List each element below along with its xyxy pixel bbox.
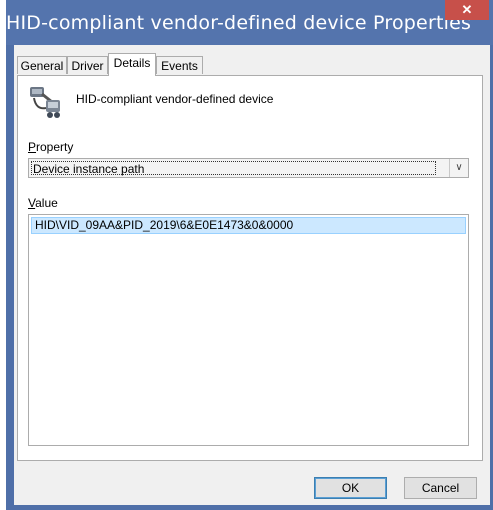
property-label: Property (28, 140, 74, 154)
properties-window: HID-compliant vendor-defined device Prop… (6, 0, 493, 510)
tab-general[interactable]: General (17, 56, 67, 74)
window-title: HID-compliant vendor-defined device Prop… (6, 12, 472, 34)
ok-button[interactable]: OK (314, 477, 387, 499)
cancel-button[interactable]: Cancel (404, 477, 477, 499)
tab-events[interactable]: Events (156, 56, 203, 74)
details-panel: HID-compliant vendor-defined device Prop… (17, 75, 483, 461)
value-listbox[interactable]: HID\VID_09AA&PID_2019\6&E0E1473&0&0000 (28, 214, 469, 446)
title-bar[interactable]: HID-compliant vendor-defined device Prop… (6, 0, 493, 45)
tab-details[interactable]: Details (108, 53, 156, 76)
device-name: HID-compliant vendor-defined device (76, 92, 274, 106)
chevron-down-icon[interactable]: ∨ (449, 159, 468, 177)
dialog-client-area: General Driver Details Events HID-compli… (14, 45, 490, 505)
value-label: Value (28, 196, 58, 210)
close-icon: ✕ (461, 2, 473, 17)
hid-device-icon (30, 87, 60, 118)
property-dropdown[interactable]: Device instance path ∨ (28, 158, 469, 178)
property-selected-value: Device instance path (31, 161, 436, 176)
close-button[interactable]: ✕ (445, 0, 489, 20)
tab-driver[interactable]: Driver (67, 56, 108, 74)
list-item[interactable]: HID\VID_09AA&PID_2019\6&E0E1473&0&0000 (31, 217, 466, 234)
